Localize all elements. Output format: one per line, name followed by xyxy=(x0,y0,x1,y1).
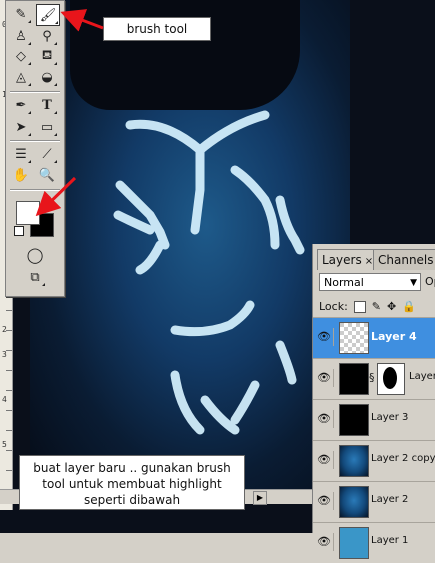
opacity-label: Op xyxy=(425,275,435,288)
lock-pixels-icon[interactable]: ✎ xyxy=(372,300,381,313)
hand-tool-icon[interactable]: ✋ xyxy=(10,165,32,185)
rectangle-tool-icon[interactable]: ▭ xyxy=(36,117,58,137)
tool-separator xyxy=(10,91,60,93)
lock-label: Lock: xyxy=(319,300,348,313)
eye-icon[interactable]: 👁 xyxy=(315,492,334,510)
scroll-right-arrow[interactable]: ▶ xyxy=(253,491,267,505)
eye-icon[interactable]: 👁 xyxy=(315,451,334,469)
panel-tabs: Layers × Channels xyxy=(313,249,435,270)
lock-transparency-icon[interactable] xyxy=(353,300,366,313)
tab-layers-label: Layers xyxy=(322,253,362,267)
layer-thumbnail xyxy=(339,322,369,354)
screen-mode-icon[interactable]: ⧉ xyxy=(24,267,46,287)
layers-panel: Layers× Channels Normal▼ Op Lock: ✎ ✥ 🔒 … xyxy=(312,244,435,563)
layer-thumbnail xyxy=(339,486,369,518)
eye-icon[interactable]: 👁 xyxy=(315,410,334,428)
pen-tool-icon[interactable]: ✒ xyxy=(10,95,32,115)
lock-position-icon[interactable]: ✥ xyxy=(387,300,396,313)
tool-separator xyxy=(10,189,60,191)
layer-name: Layer 2 copy xyxy=(371,453,435,464)
layer-name: Layer 4 xyxy=(371,330,417,343)
eye-icon[interactable]: 👁 xyxy=(315,369,334,387)
layer-row[interactable]: 👁 Layer 1 xyxy=(313,522,435,563)
clone-stamp-tool-icon[interactable]: ♙ xyxy=(10,26,32,46)
layer-mask-thumbnail[interactable] xyxy=(377,363,405,395)
tool-separator xyxy=(10,140,60,142)
blur-tool-icon[interactable]: ◬ xyxy=(10,67,32,87)
history-brush-tool-icon[interactable]: ⚲ xyxy=(36,26,58,46)
layer-row[interactable]: 👁 Layer 2 xyxy=(313,481,435,522)
layer-row[interactable]: 👁 Layer 4 xyxy=(313,317,435,358)
ruler-tick xyxy=(6,470,12,471)
ruler-label: 3 xyxy=(2,350,7,359)
zoom-tool-icon[interactable]: 🔍 xyxy=(36,165,58,185)
layer-thumbnail xyxy=(339,445,369,477)
eye-icon[interactable]: 👁 xyxy=(315,328,334,346)
ruler-tick xyxy=(6,390,12,391)
ruler-label: 5 xyxy=(2,440,7,449)
blend-mode-value: Normal xyxy=(324,276,364,289)
ruler-tick xyxy=(6,410,12,411)
dodge-tool-icon[interactable]: ◒ xyxy=(36,67,58,87)
tab-channels[interactable]: Channels xyxy=(373,249,435,270)
instruction-callout: buat layer baru .. gunakan brush tool un… xyxy=(19,455,245,510)
layer-name: Layer 2 xyxy=(371,494,409,505)
path-selection-tool-icon[interactable]: ➤ xyxy=(10,117,32,137)
brush-tool-icon[interactable]: 🖌 xyxy=(36,4,60,26)
brush-tool-callout: brush tool xyxy=(103,17,211,41)
eraser-tool-icon[interactable]: ◇ xyxy=(10,46,32,66)
layer-name: Layer 3 xyxy=(371,412,409,423)
close-icon[interactable]: × xyxy=(365,256,373,267)
layer-thumbnail xyxy=(339,527,369,559)
layer-thumbnail xyxy=(339,404,369,436)
healing-brush-tool-icon[interactable]: ✎ xyxy=(10,4,32,24)
ruler-tick xyxy=(6,330,12,331)
lock-all-icon[interactable]: 🔒 xyxy=(402,300,416,313)
blend-mode-select[interactable]: Normal ▼ xyxy=(319,273,421,291)
chevron-down-icon: ▼ xyxy=(410,278,417,288)
default-colors-icon[interactable] xyxy=(14,226,24,236)
tools-palette: ✎ 🖌 ♙ ⚲ ◇ ⛾ ◬ ◒ ✒ T ➤ ▭ ☰ ⟋ ✋ 🔍 ◯ ⧉ xyxy=(5,0,65,297)
quick-mask-mode-icon[interactable]: ◯ xyxy=(24,245,46,265)
lock-row: Lock: ✎ ✥ 🔒 xyxy=(319,300,416,313)
tab-channels-label: Channels xyxy=(378,253,434,267)
layer-row[interactable]: 👁 § Layer xyxy=(313,358,435,399)
eye-icon[interactable]: 👁 xyxy=(315,533,334,551)
layer-name: Layer xyxy=(409,371,435,382)
notes-tool-icon[interactable]: ☰ xyxy=(10,144,32,164)
layer-row[interactable]: 👁 Layer 2 copy xyxy=(313,440,435,481)
ruler-tick xyxy=(6,450,12,451)
layer-name: Layer 1 xyxy=(371,535,409,546)
eyedropper-tool-icon[interactable]: ⟋ xyxy=(36,144,58,164)
link-chain-icon: § xyxy=(369,371,375,384)
layer-thumbnail xyxy=(339,363,369,395)
ruler-tick xyxy=(6,370,12,371)
foreground-color-swatch[interactable] xyxy=(16,201,40,225)
ruler-tick xyxy=(6,310,12,311)
ruler-tick xyxy=(6,350,12,351)
type-tool-icon[interactable]: T xyxy=(36,95,58,115)
paint-bucket-tool-icon[interactable]: ⛾ xyxy=(36,46,58,66)
layer-row[interactable]: 👁 Layer 3 xyxy=(313,399,435,440)
ruler-tick xyxy=(6,430,12,431)
tab-layers[interactable]: Layers × xyxy=(317,249,379,270)
ruler-label: 4 xyxy=(2,395,7,404)
